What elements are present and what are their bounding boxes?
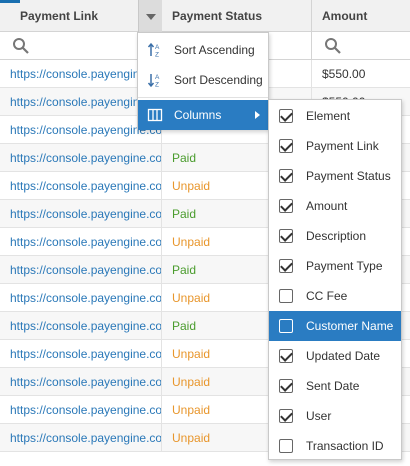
column-menu-button[interactable] <box>138 0 162 32</box>
columns-label: Columns <box>174 108 222 122</box>
column-toggle-user[interactable]: User <box>269 401 401 431</box>
payment-link-cell[interactable]: https://console.payengine.co/m/checkout/… <box>0 312 162 340</box>
column-header-amount[interactable]: Amount <box>312 0 410 32</box>
sort-descending-label: Sort Descending <box>174 73 263 87</box>
submenu-arrow-icon <box>255 111 260 119</box>
column-toggle-payment-status[interactable]: Payment Status <box>269 161 401 191</box>
sort-descending-icon: A Z <box>147 74 160 89</box>
grid-header-row: Payment Link Payment Status Amount <box>0 0 410 32</box>
column-context-menu: A Z Sort Ascending A Z Sort Descending C… <box>137 32 269 130</box>
svg-text:Z: Z <box>155 82 159 89</box>
checkbox-icon[interactable] <box>279 139 293 153</box>
payment-link-cell[interactable]: https://console.payengine.co/m/checkout/… <box>0 144 162 172</box>
column-toggle-cc-fee[interactable]: CC Fee <box>269 281 401 311</box>
column-toggle-label: User <box>306 409 332 423</box>
payment-link-cell[interactable]: https://console.payengine.co/m/checkout/… <box>0 368 162 396</box>
checkbox-icon[interactable] <box>279 349 293 363</box>
sort-ascending-label: Sort Ascending <box>174 43 255 57</box>
column-toggle-label: CC Fee <box>306 289 348 303</box>
svg-text:A: A <box>155 44 160 51</box>
payment-link-cell[interactable]: https://console.payengine.co/m/checkout/… <box>0 340 162 368</box>
column-toggle-payment-link[interactable]: Payment Link <box>269 131 401 161</box>
columns-menu-item[interactable]: Columns <box>138 100 268 130</box>
column-toggle-label: Customer Name <box>306 319 394 333</box>
checkbox-icon[interactable] <box>279 409 293 423</box>
search-icon <box>325 38 341 54</box>
column-toggle-label: Element <box>306 109 351 123</box>
column-toggle-description[interactable]: Description <box>269 221 401 251</box>
checkbox-icon[interactable] <box>279 439 293 453</box>
payment-link-cell[interactable]: https://console.payengine.co/m/checkout/… <box>0 200 162 228</box>
svg-text:A: A <box>155 74 160 81</box>
column-toggle-label: Sent Date <box>306 379 360 393</box>
checkbox-icon[interactable] <box>279 199 293 213</box>
column-toggle-amount[interactable]: Amount <box>269 191 401 221</box>
payment-link-cell[interactable]: https://console.payengine.co/m/checkout/… <box>0 284 162 312</box>
payment-link-cell[interactable]: https://console.payengine.co/m/checkout/… <box>0 256 162 284</box>
column-toggle-label: Transaction ID <box>306 439 384 453</box>
svg-text:Z: Z <box>155 52 159 59</box>
column-toggle-label: Payment Status <box>306 169 391 183</box>
sort-ascending-icon: A Z <box>147 42 160 59</box>
column-toggle-label: Payment Type <box>306 259 383 273</box>
payment-link-cell[interactable]: https://console.payengine.co/m/checkout/… <box>0 228 162 256</box>
columns-submenu: Element Payment Link Payment Status Amount D… <box>268 99 402 460</box>
checkbox-icon[interactable] <box>279 259 293 273</box>
filter-amount[interactable] <box>312 32 410 60</box>
menu-divider <box>138 97 268 98</box>
checkbox-icon[interactable] <box>279 289 293 303</box>
columns-icon <box>147 108 163 122</box>
sort-ascending-item[interactable]: A Z Sort Ascending <box>138 35 268 65</box>
column-toggle-transaction-id[interactable]: Transaction ID <box>269 431 401 461</box>
column-toggle-label: Amount <box>306 199 348 213</box>
checkbox-icon[interactable] <box>279 109 293 123</box>
checkbox-icon[interactable] <box>279 319 293 333</box>
column-toggle-element[interactable]: Element <box>269 101 401 131</box>
column-toggle-updated-date[interactable]: Updated Date <box>269 341 401 371</box>
checkbox-icon[interactable] <box>279 169 293 183</box>
payment-link-cell[interactable]: https://console.payengine.co/m/checkout/… <box>0 396 162 424</box>
column-toggle-label: Description <box>306 229 367 243</box>
column-toggle-payment-type[interactable]: Payment Type <box>269 251 401 281</box>
column-toggle-customer-name[interactable]: Customer Name <box>269 311 401 341</box>
column-header-payment-status[interactable]: Payment Status <box>162 0 312 32</box>
payment-link-cell[interactable]: https://console.payengine.co/m/checkout/… <box>0 172 162 200</box>
sort-descending-item[interactable]: A Z Sort Descending <box>138 65 268 95</box>
amount-cell: $550.00 <box>322 67 366 81</box>
search-icon <box>13 38 29 54</box>
column-toggle-sent-date[interactable]: Sent Date <box>269 371 401 401</box>
column-toggle-label: Updated Date <box>306 349 381 363</box>
checkbox-icon[interactable] <box>279 229 293 243</box>
checkbox-icon[interactable] <box>279 379 293 393</box>
column-toggle-label: Payment Link <box>306 139 379 153</box>
payment-link-cell[interactable]: https://console.payengine.co/m/checkout/… <box>0 424 162 452</box>
